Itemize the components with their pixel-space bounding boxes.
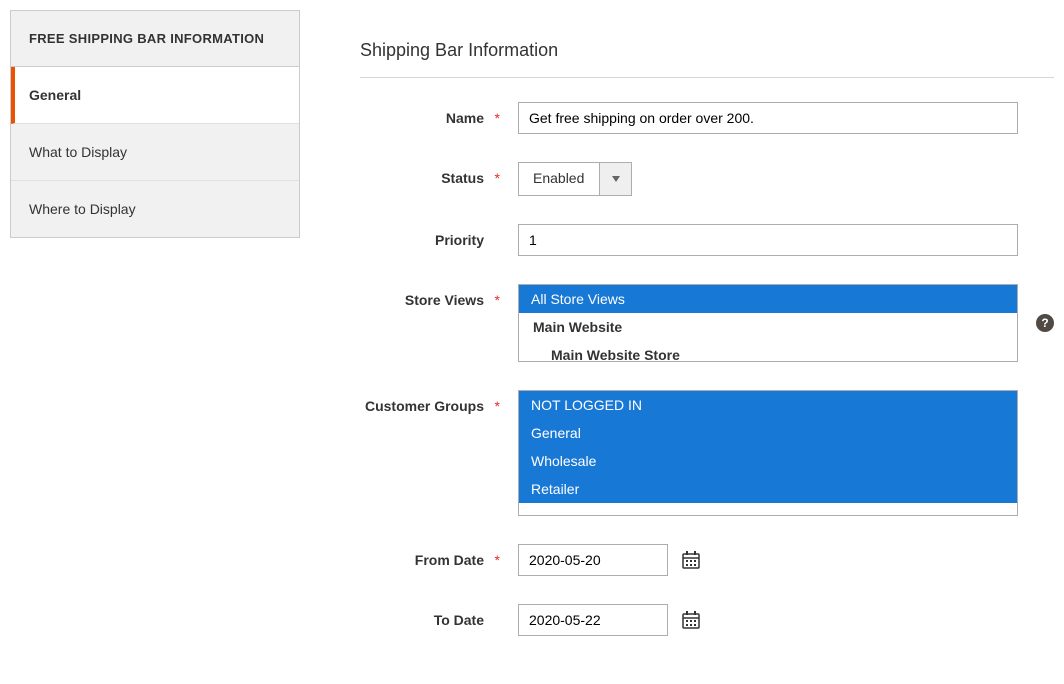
chevron-down-icon[interactable] xyxy=(599,163,631,195)
label-from-date: From Date* xyxy=(360,544,500,568)
store-views-multiselect[interactable]: All Store Views Main Website Main Websit… xyxy=(518,284,1018,362)
store-views-option[interactable]: All Store Views xyxy=(519,285,1017,313)
customer-groups-multiselect[interactable]: NOT LOGGED IN General Wholesale Retailer xyxy=(518,390,1018,516)
label-priority: Priority xyxy=(360,224,500,248)
sidebar-item-where-to-display[interactable]: Where to Display xyxy=(11,181,299,237)
label-status: Status* xyxy=(360,162,500,186)
from-date-input[interactable] xyxy=(518,544,668,576)
customer-group-option[interactable]: Wholesale xyxy=(519,447,1017,475)
sidebar: FREE SHIPPING BAR INFORMATION General Wh… xyxy=(0,0,300,684)
section-title: Shipping Bar Information xyxy=(360,40,1054,78)
customer-group-option[interactable]: General xyxy=(519,419,1017,447)
help-icon[interactable]: ? xyxy=(1036,314,1054,332)
to-date-input[interactable] xyxy=(518,604,668,636)
sidebar-item-general[interactable]: General xyxy=(11,67,299,124)
customer-group-option[interactable]: Retailer xyxy=(519,475,1017,503)
label-to-date: To Date xyxy=(360,604,500,628)
status-value: Enabled xyxy=(519,163,599,195)
calendar-icon[interactable] xyxy=(682,611,700,629)
priority-input[interactable] xyxy=(518,224,1018,256)
status-select[interactable]: Enabled xyxy=(518,162,632,196)
store-views-option[interactable]: Main Website Store xyxy=(519,341,1017,362)
store-views-option[interactable]: Main Website xyxy=(519,313,1017,341)
label-store-views: Store Views* xyxy=(360,284,500,308)
name-input[interactable] xyxy=(518,102,1018,134)
main-content: Shipping Bar Information Name* Status* E… xyxy=(300,0,1064,684)
label-name: Name* xyxy=(360,102,500,126)
label-customer-groups: Customer Groups* xyxy=(360,390,500,414)
sidebar-item-what-to-display[interactable]: What to Display xyxy=(11,124,299,181)
calendar-icon[interactable] xyxy=(682,551,700,569)
customer-group-option[interactable]: NOT LOGGED IN xyxy=(519,391,1017,419)
sidebar-header: FREE SHIPPING BAR INFORMATION xyxy=(11,11,299,67)
